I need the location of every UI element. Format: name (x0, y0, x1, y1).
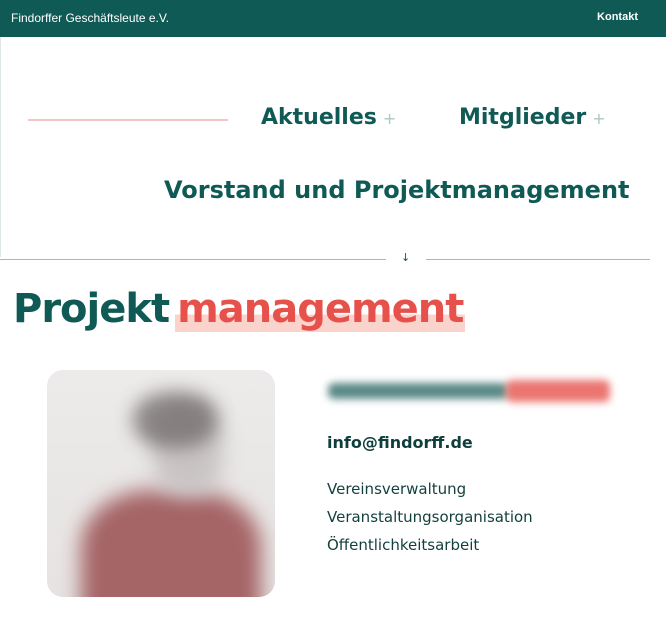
menu-accent-line (28, 119, 228, 121)
profile-photo (47, 370, 275, 597)
responsibility-list: Vereinsverwaltung Veranstaltungsorganisa… (327, 479, 533, 563)
page-title-part1: Projekt (13, 286, 170, 332)
photo-body-shape (81, 490, 261, 597)
section-divider-right (426, 259, 650, 260)
list-item: Öffentlichkeitsarbeit (327, 536, 480, 554)
redacted-name (328, 377, 612, 405)
redacted-name-part2 (506, 380, 610, 402)
nav-item-label: Mitglieder (459, 105, 587, 130)
nav-item-label: Vorstand und Projektmanagement (164, 176, 630, 204)
redacted-name-part1 (328, 383, 508, 399)
nav-item-aktuelles[interactable]: Aktuelles + (261, 105, 396, 130)
photo-hair-shape (133, 392, 217, 448)
section-divider-left (0, 259, 386, 260)
plus-icon[interactable]: + (592, 109, 605, 128)
plus-icon[interactable]: + (383, 109, 396, 128)
contact-link[interactable]: Kontakt (597, 11, 638, 23)
nav-item-mitglieder[interactable]: Mitglieder + (459, 105, 606, 130)
brand-name[interactable]: Findorffer Geschäftsleute e.V. (11, 11, 169, 25)
arrow-down-icon[interactable]: ↓ (401, 251, 410, 264)
page-title-part2: management (175, 286, 466, 332)
page-title: Projekt management (13, 286, 466, 332)
left-edge-line (0, 37, 1, 257)
top-bar: Findorffer Geschäftsleute e.V. Kontakt (0, 0, 666, 37)
list-item: Vereinsverwaltung (327, 480, 467, 498)
list-item: Veranstaltungsorganisation (327, 508, 533, 526)
nav-item-label: Aktuelles (261, 105, 377, 130)
nav-item-vorstand[interactable]: Vorstand und Projektmanagement (164, 176, 630, 204)
email-link[interactable]: info@findorff.de (327, 433, 473, 452)
